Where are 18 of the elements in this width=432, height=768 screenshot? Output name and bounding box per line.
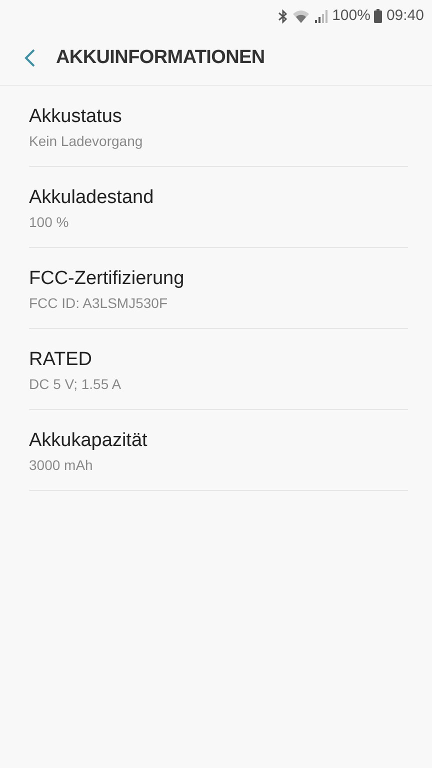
battery-percent: 100% — [332, 6, 370, 26]
item-value: 3000 mAh — [29, 456, 94, 475]
item-value: Kein Ladevorgang — [29, 132, 144, 151]
item-title[interactable]: Akkukapazität — [29, 430, 408, 452]
page-title: AKKUINFORMATIONEN — [56, 46, 265, 70]
item-value: FCC ID: A3LSMJ530F — [29, 294, 168, 313]
back-icon[interactable] — [24, 48, 36, 68]
signal-icon — [314, 9, 328, 23]
item-title[interactable]: Akkustatus — [29, 106, 408, 128]
item-title[interactable]: FCC-Zertifizierung — [29, 268, 408, 290]
item-value: DC 5 V; 1.55 A — [29, 375, 122, 394]
wifi-icon — [292, 9, 310, 23]
item-value: 100 % — [29, 213, 70, 232]
bluetooth-icon — [278, 8, 288, 24]
item-title[interactable]: Akkuladestand — [29, 187, 408, 209]
battery-icon — [374, 9, 382, 23]
item-title[interactable]: RATED — [29, 349, 408, 371]
clock-time: 09:40 — [386, 6, 424, 26]
